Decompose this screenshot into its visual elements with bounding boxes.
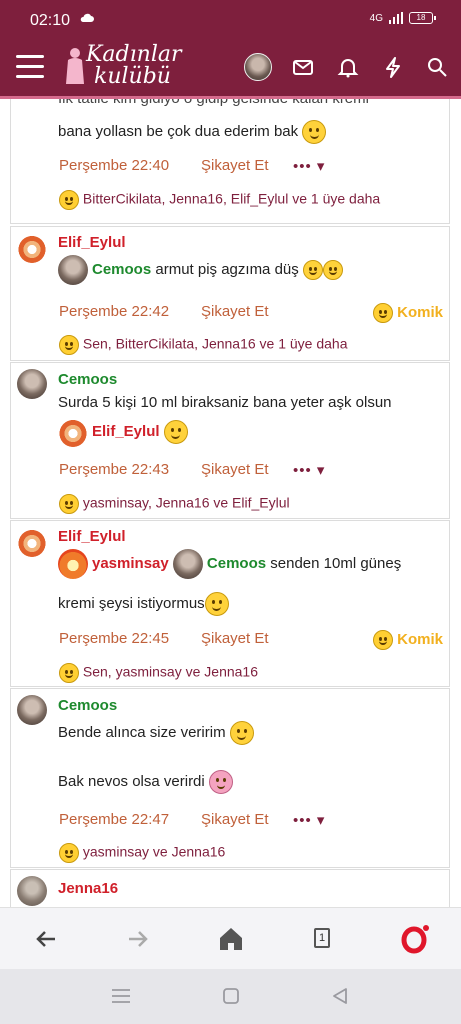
report-button[interactable]: Şikayet Et bbox=[201, 811, 269, 828]
tab-count: 1 bbox=[314, 928, 330, 948]
forward-icon[interactable] bbox=[123, 924, 153, 954]
post-text: yasminsay Cemoos senden 10ml güneş bbox=[58, 549, 401, 579]
mention-link[interactable]: yasminsay bbox=[92, 555, 169, 572]
more-menu-button[interactable]: ••• ▾ bbox=[293, 157, 325, 175]
mention-avatar bbox=[58, 417, 88, 447]
back-triangle-icon[interactable] bbox=[329, 987, 351, 1005]
laugh-emoji-icon bbox=[59, 663, 79, 683]
hug-emoji-icon bbox=[163, 420, 188, 444]
post-author[interactable]: Elif_Eylul bbox=[58, 528, 126, 545]
post-author[interactable]: Cemoos bbox=[58, 371, 117, 388]
post: Cemoos Bende alınca size veririm Bak nev… bbox=[10, 688, 450, 868]
post-date[interactable]: Perşembe 22:45 bbox=[59, 630, 169, 647]
opera-icon[interactable] bbox=[400, 924, 430, 954]
laugh-emoji-icon bbox=[59, 494, 79, 514]
reaction-badge[interactable]: Komik bbox=[372, 630, 443, 650]
grin-emoji-icon bbox=[322, 260, 343, 280]
mention-link[interactable]: Cemoos bbox=[207, 555, 266, 572]
system-nav-bar bbox=[0, 969, 461, 1024]
post-text: Surda 5 kişi 10 ml biraksaniz bana yeter… bbox=[58, 394, 392, 411]
avatar[interactable] bbox=[17, 527, 47, 557]
wink-emoji-icon bbox=[229, 721, 254, 745]
mention-link[interactable]: Elif_Eylul bbox=[92, 423, 160, 440]
post-text-partial: İlk tatile kim gidiyo o gidip gelsinde k… bbox=[58, 99, 369, 107]
mention-avatar bbox=[172, 549, 203, 579]
post: Elif_Eylul Cemoos armut piş agzıma düş P… bbox=[10, 226, 450, 361]
status-indicators: 4G 18 bbox=[369, 12, 436, 24]
hamburger-icon[interactable] bbox=[16, 55, 44, 79]
post-date[interactable]: Perşembe 22:47 bbox=[59, 811, 169, 828]
logo-figure-icon bbox=[66, 48, 84, 84]
laugh-emoji-icon bbox=[59, 335, 79, 355]
laugh-emoji-icon bbox=[372, 303, 393, 323]
report-button[interactable]: Şikayet Et bbox=[201, 630, 269, 647]
post-date[interactable]: Perşembe 22:43 bbox=[59, 461, 169, 478]
post-author[interactable]: Cemoos bbox=[58, 697, 117, 714]
browser-toolbar: 1 bbox=[0, 907, 461, 969]
post-likes[interactable]: BitterCikilata, Jenna16, Elif_Eylul ve 1… bbox=[59, 190, 380, 210]
post: Elif_Eylul yasminsay Cemoos senden 10ml … bbox=[10, 520, 450, 687]
post-date[interactable]: Perşembe 22:42 bbox=[59, 303, 169, 320]
cry-emoji-icon bbox=[302, 120, 327, 144]
tabs-icon[interactable]: 1 bbox=[308, 924, 338, 954]
smirk-emoji-icon bbox=[204, 592, 229, 616]
laugh-emoji-icon bbox=[372, 630, 393, 650]
more-menu-button[interactable]: ••• ▾ bbox=[293, 811, 325, 829]
signal-icon bbox=[389, 12, 403, 24]
bell-icon[interactable] bbox=[337, 56, 359, 78]
post-likes[interactable]: yasminsay, Jenna16 ve Elif_Eylul bbox=[59, 494, 290, 514]
post-text: Cemoos armut piş agzıma düş bbox=[58, 255, 343, 285]
mention-avatar bbox=[58, 255, 88, 285]
post-text-mention: Elif_Eylul bbox=[58, 417, 188, 447]
status-time: 02:10 bbox=[30, 12, 71, 29]
post-likes[interactable]: yasminsay ve Jenna16 bbox=[59, 843, 225, 863]
grin-emoji-icon bbox=[302, 260, 323, 280]
site-logo[interactable]: Kadınlar kulübü bbox=[64, 42, 224, 92]
home-square-icon[interactable] bbox=[220, 987, 242, 1005]
post-text-line2: Bak nevos olsa verirdi bbox=[58, 770, 233, 794]
user-avatar[interactable] bbox=[244, 53, 272, 81]
site-header: Kadınlar kulübü bbox=[0, 36, 461, 99]
cloud-icon bbox=[80, 13, 94, 22]
report-button[interactable]: Şikayet Et bbox=[201, 461, 269, 478]
mail-icon[interactable] bbox=[292, 56, 314, 78]
search-icon[interactable] bbox=[426, 56, 448, 78]
post: İlk tatile kim gidiyo o gidip gelsinde k… bbox=[10, 99, 450, 224]
status-bar: 02:10 4G 18 bbox=[0, 0, 461, 36]
avatar[interactable] bbox=[17, 369, 47, 399]
post-likes[interactable]: Sen, BitterCikilata, Jenna16 ve 1 üye da… bbox=[59, 335, 348, 355]
battery-icon: 18 bbox=[409, 12, 436, 24]
post-text: Bende alınca size veririm bbox=[58, 721, 254, 745]
post: Jenna16 bbox=[10, 869, 450, 907]
lightning-icon[interactable] bbox=[382, 56, 404, 78]
avatar[interactable] bbox=[17, 876, 47, 906]
report-button[interactable]: Şikayet Et bbox=[201, 157, 269, 174]
avatar[interactable] bbox=[17, 695, 47, 725]
post-author[interactable]: Elif_Eylul bbox=[58, 234, 126, 251]
menu-icon[interactable] bbox=[110, 987, 132, 1005]
logo-line2: kulübü bbox=[94, 64, 171, 89]
post-likes[interactable]: Sen, yasminsay ve Jenna16 bbox=[59, 663, 258, 683]
pink-monster-emoji-icon bbox=[208, 770, 233, 794]
laugh-emoji-icon bbox=[59, 843, 79, 863]
post: Cemoos Surda 5 kişi 10 ml biraksaniz ban… bbox=[10, 362, 450, 519]
mention-avatar bbox=[58, 549, 88, 579]
back-icon[interactable] bbox=[31, 924, 61, 954]
home-icon[interactable] bbox=[216, 924, 246, 954]
message-feed[interactable]: İlk tatile kim gidiyo o gidip gelsinde k… bbox=[0, 99, 461, 907]
mention-link[interactable]: Cemoos bbox=[92, 261, 151, 278]
laugh-emoji-icon bbox=[59, 190, 79, 210]
network-label: 4G bbox=[369, 12, 383, 24]
report-button[interactable]: Şikayet Et bbox=[201, 303, 269, 320]
avatar[interactable] bbox=[17, 233, 47, 263]
post-text-line2: kremi şeysi istiyormus bbox=[58, 592, 229, 616]
more-menu-button[interactable]: ••• ▾ bbox=[293, 461, 325, 479]
post-text: bana yollasn be çok dua ederim bak bbox=[58, 120, 327, 144]
reaction-badge[interactable]: Komik bbox=[372, 303, 443, 323]
post-date[interactable]: Perşembe 22:40 bbox=[59, 157, 169, 174]
post-author[interactable]: Jenna16 bbox=[58, 880, 118, 897]
